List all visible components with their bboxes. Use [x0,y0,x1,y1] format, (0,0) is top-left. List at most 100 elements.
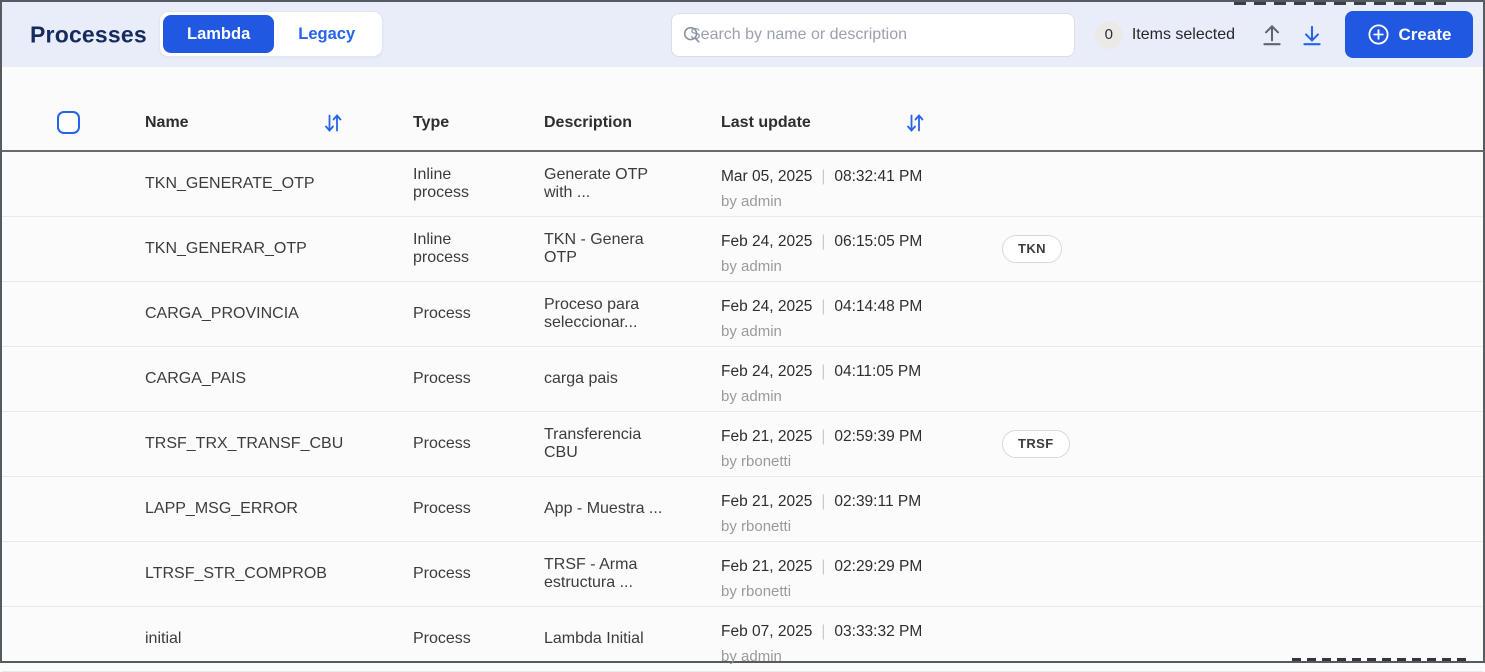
table-row[interactable]: CARGA_PROVINCIA Process Proceso para sel… [2,282,1483,347]
update-time: 02:59:39 PM [834,427,923,445]
update-date: Feb 07, 2025 [721,622,813,640]
select-all-checkbox[interactable] [57,111,80,134]
process-type: Inline process [413,165,470,201]
updated-by: by admin [721,647,782,665]
page-title: Processes [30,21,147,47]
process-type: Process [413,629,471,647]
clipped-overlay-bottom [1292,658,1467,661]
table-row[interactable]: LAPP_MSG_ERROR Process App - Muestra ...… [2,477,1483,542]
circle-plus-icon [1368,24,1389,45]
search-input[interactable] [671,13,1075,57]
date-time-separator: | [821,232,826,250]
updated-by: by admin [721,387,782,405]
sort-last-update-icon[interactable] [903,111,927,135]
sort-name-icon[interactable] [321,111,345,135]
update-date: Feb 24, 2025 [721,297,813,315]
update-time: 02:39:11 PM [834,492,922,510]
download-button[interactable] [1297,20,1327,50]
date-time-separator: | [821,167,826,185]
toggle-lambda[interactable]: Lambda [163,15,275,53]
column-header-name: Name [145,113,189,131]
update-time: 04:14:48 PM [834,297,923,315]
column-header-description: Description [544,113,633,131]
process-description: carga pais [544,369,618,387]
date-time-separator: | [821,362,826,380]
process-name: initial [145,629,182,647]
last-update-cell: Feb 24, 2025 | 04:11:05 PM by admin [721,347,1002,411]
upload-icon [1263,24,1281,45]
process-type: Process [413,304,471,322]
process-name: CARGA_PAIS [145,369,247,387]
header-bar: Processes Lambda Legacy 0 Items selected [2,2,1483,67]
badge-cell: TRSF [1002,429,1483,459]
date-time-separator: | [821,557,826,575]
processes-table: Name Type Description Last update TKN_GE… [2,95,1483,672]
update-date: Feb 24, 2025 [721,232,813,250]
create-button[interactable]: Create [1345,11,1473,58]
date-time-separator: | [821,427,826,445]
process-name: TRSF_TRX_TRANSF_CBU [145,434,344,452]
process-description: Proceso para seleccionar... [544,295,640,331]
updated-by: by rbonetti [721,452,792,470]
updated-by: by admin [721,257,782,275]
update-date: Feb 21, 2025 [721,557,813,575]
last-update-cell: Feb 21, 2025 | 02:29:29 PM by rbonetti [721,542,1002,606]
clipped-overlay-top [1234,2,1446,5]
update-date: Feb 24, 2025 [721,362,813,380]
table-row[interactable]: TRSF_TRX_TRANSF_CBU Process Transferenci… [2,412,1483,477]
last-update-cell: Feb 07, 2025 | 03:33:32 PM by admin [721,607,1002,671]
process-name: TKN_GENERATE_OTP [145,174,315,192]
process-description: TKN - Genera OTP [544,230,644,266]
process-name: CARGA_PROVINCIA [145,304,299,322]
date-time-separator: | [821,492,826,510]
process-type: Process [413,434,471,452]
update-date: Mar 05, 2025 [721,167,813,185]
table-body: TKN_GENERATE_OTP Inline process Generate… [2,152,1483,672]
last-update-cell: Feb 24, 2025 | 06:15:05 PM by admin [721,217,1002,281]
table-row[interactable]: LTRSF_STR_COMPROB Process TRSF - Arma es… [2,542,1483,607]
process-description: App - Muestra ... [544,499,663,517]
items-selected-label: Items selected [1131,25,1235,43]
update-date: Feb 21, 2025 [721,492,813,510]
last-update-cell: Feb 24, 2025 | 04:14:48 PM by admin [721,282,1002,346]
process-tag-badge: TKN [1002,234,1062,264]
process-description: Lambda Initial [544,629,644,647]
process-name: TKN_GENERAR_OTP [145,239,307,257]
table-row[interactable]: TKN_GENERAR_OTP Inline process TKN - Gen… [2,217,1483,282]
column-header-last-update: Last update [721,113,811,131]
last-update-cell: Feb 21, 2025 | 02:39:11 PM by rbonetti [721,477,1002,541]
header-actions: 0 Items selected Create [1094,2,1473,67]
process-description: Transferencia CBU [544,425,642,461]
process-type: Inline process [413,230,470,266]
download-icon [1303,25,1321,45]
column-header-type: Type [413,113,450,131]
mode-toggle-group: Lambda Legacy [159,11,384,57]
update-date: Feb 21, 2025 [721,427,813,445]
table-row[interactable]: initial Process Lambda Initial Feb 07, 2… [2,607,1483,672]
table-row[interactable]: CARGA_PAIS Process carga pais Feb 24, 20… [2,347,1483,412]
update-time: 08:32:41 PM [834,167,923,185]
update-time: 06:15:05 PM [834,232,923,250]
date-time-separator: | [821,297,826,315]
process-tag-badge: TRSF [1002,429,1070,459]
create-button-label: Create [1398,24,1452,44]
last-update-cell: Feb 21, 2025 | 02:59:39 PM by rbonetti [721,412,1002,476]
process-type: Process [413,369,471,387]
updated-by: by admin [721,192,782,210]
upload-button[interactable] [1257,20,1287,50]
process-type: Process [413,499,471,517]
toggle-legacy[interactable]: Legacy [274,15,379,53]
process-description: Generate OTP with ... [544,165,648,201]
table-row[interactable]: TKN_GENERATE_OTP Inline process Generate… [2,152,1483,217]
last-update-cell: Mar 05, 2025 | 08:32:41 PM by admin [721,152,1002,216]
selected-count-badge: 0 [1094,20,1123,49]
search-container [671,13,1075,57]
update-time: 04:11:05 PM [834,362,922,380]
process-type: Process [413,564,471,582]
update-time: 03:33:32 PM [834,622,923,640]
badge-cell: TKN [1002,234,1483,264]
date-time-separator: | [821,622,826,640]
updated-by: by rbonetti [721,582,792,600]
process-name: LTRSF_STR_COMPROB [145,564,327,582]
updated-by: by rbonetti [721,517,792,535]
